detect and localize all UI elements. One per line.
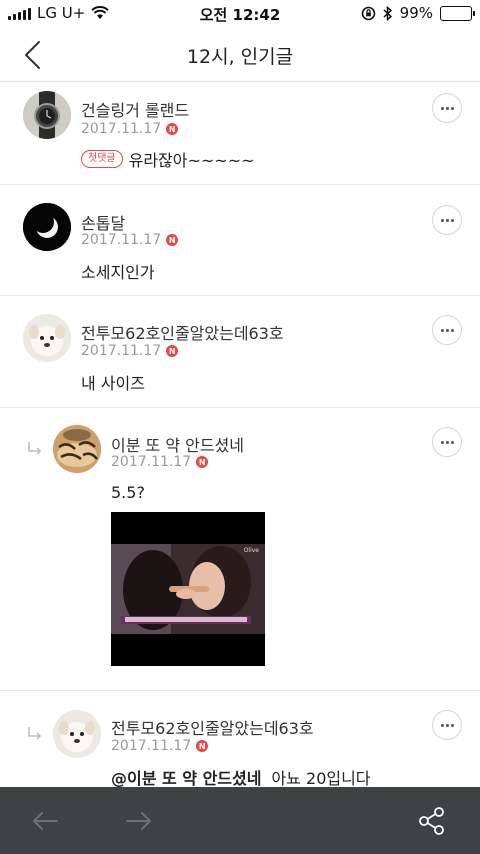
share-icon[interactable]	[416, 805, 448, 837]
comment-meta: 2017.11.17 N	[111, 738, 209, 754]
bluetooth-icon	[383, 5, 392, 21]
reply-item: 이분 또 약 안드셨네 2017.11.17 N 5.5? Olive	[0, 408, 480, 691]
new-badge: N	[196, 740, 209, 752]
comment-text: 첫댓글 유라잖아~~~~~	[81, 147, 255, 171]
comment-text: 5.5?	[111, 483, 145, 502]
comment-body: 소세지인가	[81, 263, 155, 282]
comment-author[interactable]: 이분 또 약 안드셨네	[111, 432, 244, 456]
arrow-left-icon[interactable]	[29, 805, 61, 837]
first-comment-badge: 첫댓글	[81, 150, 123, 168]
comment-author[interactable]: 손톱달	[81, 210, 125, 234]
more-options-button[interactable]	[432, 315, 462, 345]
comment-body: 유라잖아~~~~~	[128, 151, 255, 170]
comment-body: 5.5?	[111, 483, 145, 502]
reply-item: 전투모62호인줄알았는데63호 2017.11.17 N @이분 또 약 안드셨…	[0, 691, 480, 789]
reply-arrow-icon	[28, 442, 42, 455]
watch-avatar[interactable]	[23, 91, 71, 139]
page-title: 12시, 인기글	[186, 46, 294, 68]
comment-author[interactable]: 전투모62호인줄알았는데63호	[81, 320, 284, 344]
new-badge: N	[166, 345, 179, 357]
comment-date: 2017.11.17	[81, 343, 162, 359]
comment-date: 2017.11.17	[111, 454, 192, 470]
comment-item: 손톱달 2017.11.17 N 소세지인가	[0, 185, 480, 296]
rotation-lock-icon	[361, 6, 375, 20]
comment-text: 소세지인가	[81, 259, 155, 283]
battery-icon	[440, 5, 475, 21]
comment-item: 전투모62호인줄알았는데63호 2017.11.17 N 내 사이즈	[0, 296, 480, 408]
bottom-toolbar	[0, 787, 480, 854]
comment-date: 2017.11.17	[111, 738, 192, 754]
tiger-avatar[interactable]	[53, 425, 101, 473]
more-options-button[interactable]	[432, 205, 462, 235]
mention-link[interactable]: @이분 또 약 안드셨네	[111, 765, 261, 789]
crescent-moon-avatar[interactable]	[23, 203, 71, 251]
attached-photo[interactable]: Olive	[111, 512, 265, 666]
new-badge: N	[196, 456, 209, 468]
more-options-button[interactable]	[432, 710, 462, 740]
comment-date: 2017.11.17	[81, 232, 162, 248]
comment-meta: 2017.11.17 N	[111, 454, 209, 470]
comment-body: 내 사이즈	[81, 374, 145, 393]
comment-meta: 2017.11.17 N	[81, 121, 179, 137]
comment-author[interactable]: 전투모62호인줄알았는데63호	[111, 715, 314, 739]
puppy-avatar[interactable]	[23, 314, 71, 362]
more-options-button[interactable]	[432, 93, 462, 123]
comment-meta: 2017.11.17 N	[81, 232, 179, 248]
puppy-avatar[interactable]	[53, 710, 101, 758]
comment-meta: 2017.11.17 N	[81, 343, 179, 359]
comment-text: 내 사이즈	[81, 370, 145, 394]
reply-arrow-icon	[28, 727, 42, 740]
arrow-right-icon[interactable]	[123, 805, 155, 837]
comment-date: 2017.11.17	[81, 121, 162, 137]
status-bar: LG U+ 오전 12:42 99%	[0, 0, 480, 28]
battery-percent: 99%	[399, 4, 433, 22]
new-badge: N	[166, 234, 179, 246]
comment-author[interactable]: 건슬링거 롤랜드	[81, 97, 189, 121]
navigation-header: 12시, 인기글	[0, 28, 480, 82]
photo-watermark: Olive	[243, 547, 259, 554]
new-badge: N	[166, 123, 179, 135]
more-options-button[interactable]	[432, 427, 462, 457]
comment-item: 건슬링거 롤랜드 2017.11.17 N 첫댓글 유라잖아~~~~~	[0, 83, 480, 185]
comment-text: @이분 또 약 안드셨네 아뇨 20입니다	[111, 765, 371, 789]
comment-body: 아뇨 20입니다	[271, 769, 371, 788]
